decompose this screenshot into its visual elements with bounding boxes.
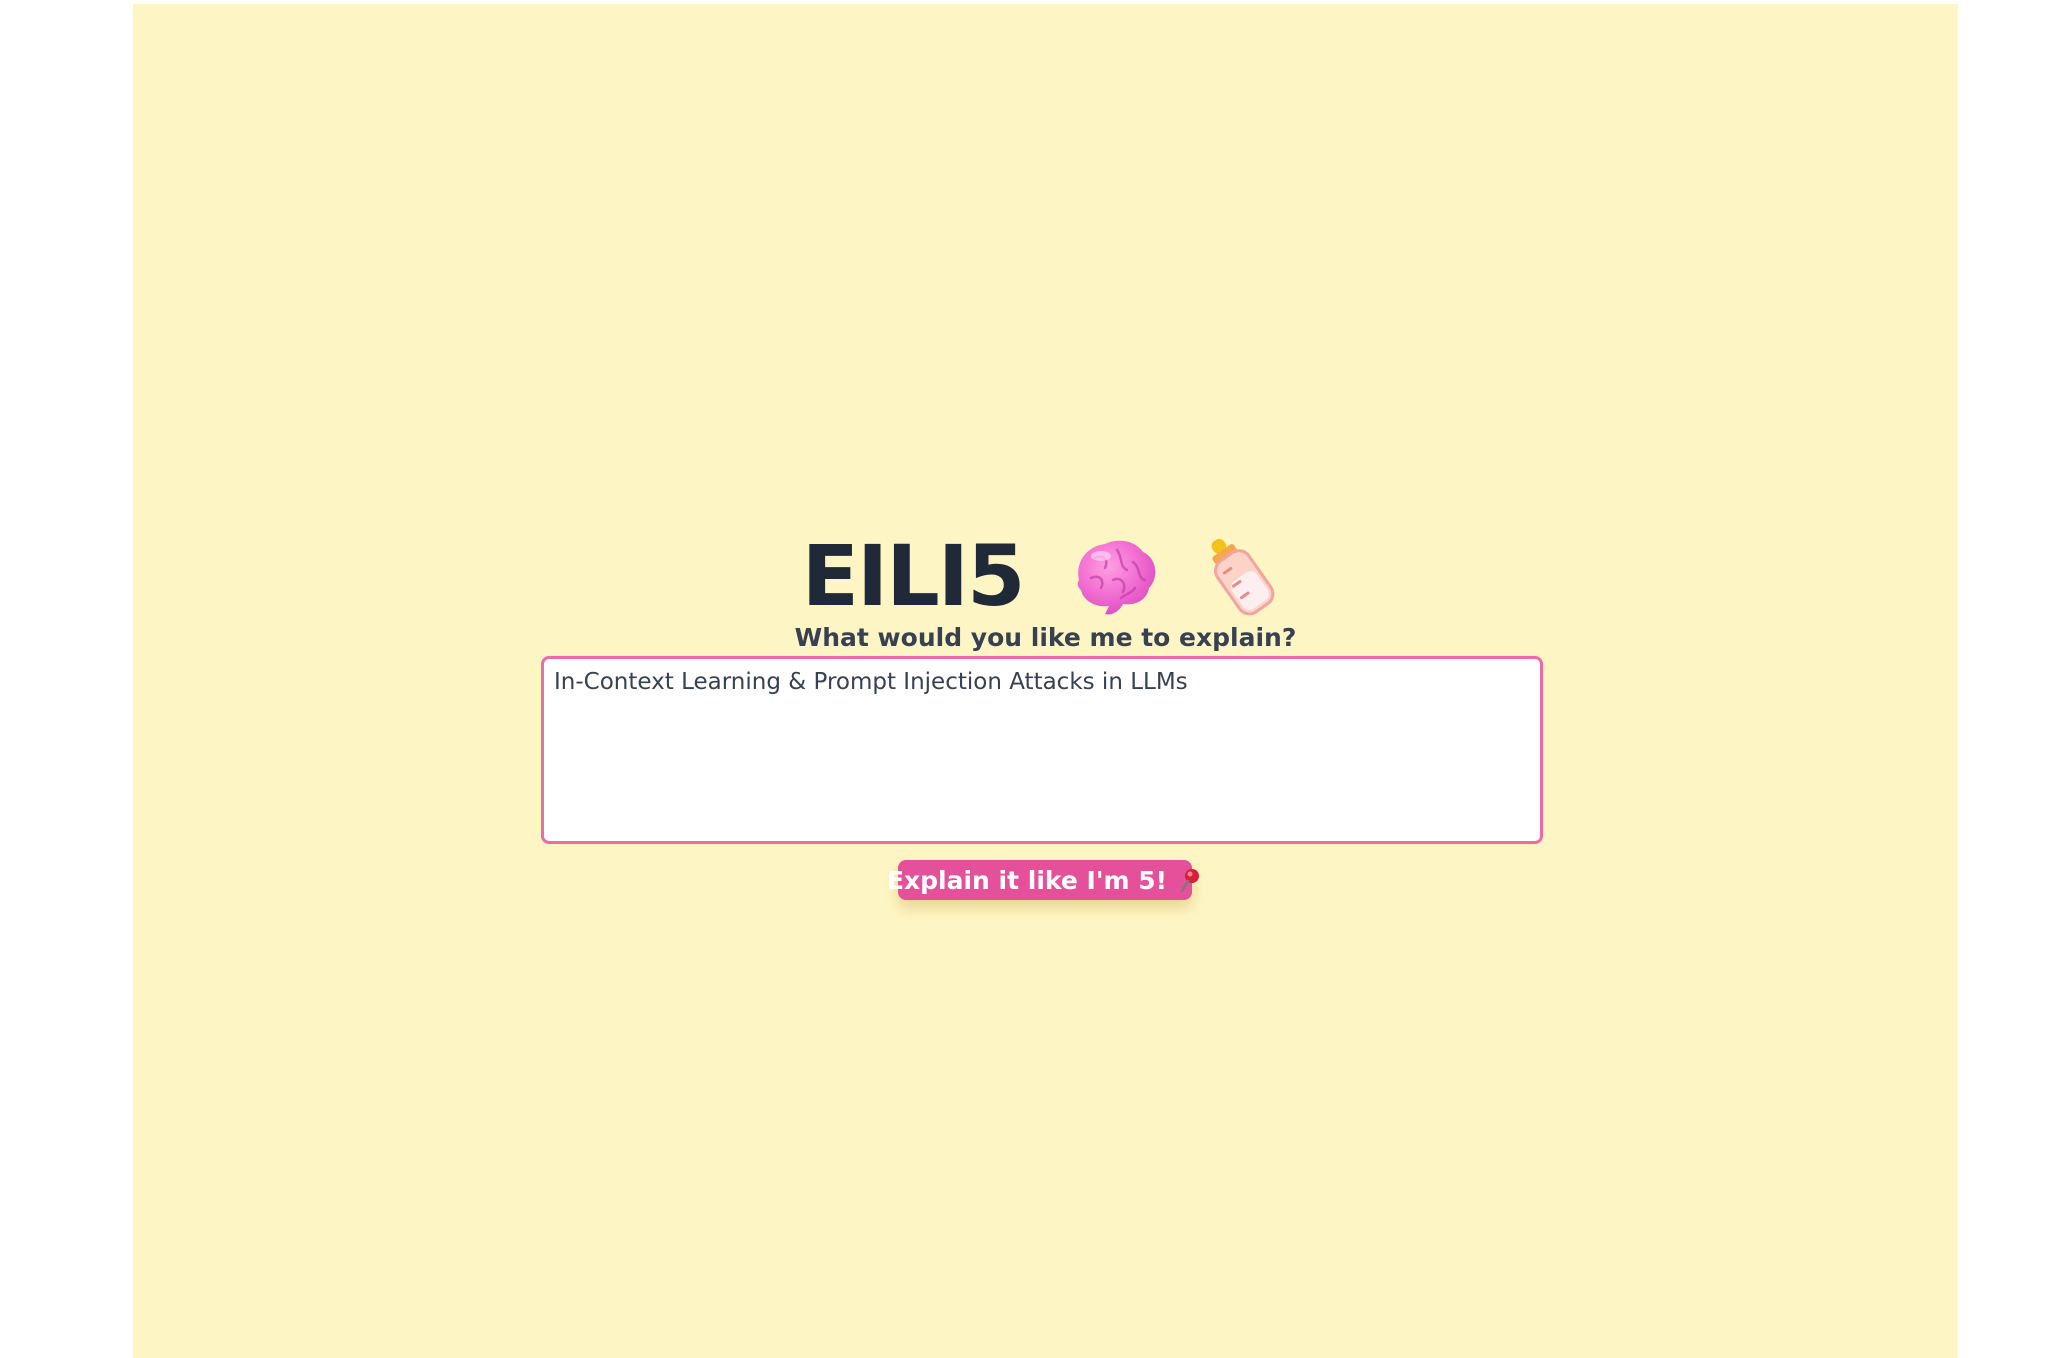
baby-bottle-icon <box>1193 528 1289 624</box>
page-title: EILI5 <box>801 527 1026 625</box>
explain-button-label: Explain it like I'm 5! <box>886 865 1168 895</box>
title-row: EILI5 <box>133 522 1958 630</box>
explain-button[interactable]: Explain it like I'm 5! <box>887 860 1200 900</box>
explain-topic-textarea[interactable]: In-Context Learning & Prompt Injection A… <box>541 656 1543 844</box>
page-background: EILI5 What would you like me to explain?… <box>133 4 1958 1358</box>
brain-icon <box>1065 528 1161 624</box>
prompt-question: What would you like me to explain? <box>794 623 1297 652</box>
pushpin-icon <box>1177 867 1203 893</box>
